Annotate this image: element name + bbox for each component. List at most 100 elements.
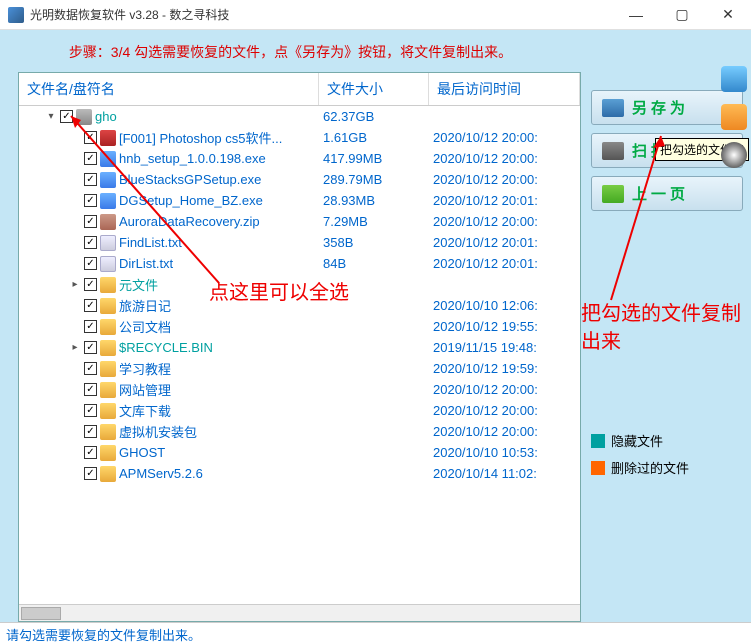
file-name: APMServ5.2.6 (119, 466, 203, 481)
row-checkbox[interactable] (84, 383, 97, 396)
table-row[interactable]: 网站管理2020/10/12 20:00: (19, 379, 580, 400)
folder-icon (100, 466, 116, 482)
row-checkbox[interactable] (84, 131, 97, 144)
col-date[interactable]: 最后访问时间 (429, 73, 580, 105)
folder-icon (100, 298, 116, 314)
row-checkbox[interactable] (84, 152, 97, 165)
prev-page-label: 上一页 (632, 183, 689, 204)
file-date: 2020/10/10 10:53: (433, 445, 580, 460)
table-row[interactable]: DGSetup_Home_BZ.exe 28.93MB2020/10/12 20:… (19, 190, 580, 211)
row-checkbox[interactable] (60, 110, 73, 123)
statusbar: 请勾选需要恢复的文件复制出来。 (0, 622, 751, 644)
tray-icon-1[interactable] (721, 66, 747, 92)
table-row[interactable]: APMServ5.2.6 2020/10/14 11:02: (19, 463, 580, 484)
file-date: 2020/10/12 20:00: (433, 424, 580, 439)
table-row[interactable]: DirList.txt 84B2020/10/12 20:01: (19, 253, 580, 274)
col-name[interactable]: 文件名/盘符名 (19, 73, 319, 105)
file-name: DGSetup_Home_BZ.exe (119, 193, 263, 208)
row-checkbox[interactable] (84, 404, 97, 417)
row-checkbox[interactable] (84, 257, 97, 270)
file-date: 2020/10/10 12:06: (433, 298, 580, 313)
file-name: GHOST (119, 445, 165, 460)
titlebar: 光明数据恢复软件 v3.28 - 数之寻科技 ― ▢ ✕ (0, 0, 751, 30)
file-date: 2020/10/12 20:00: (433, 130, 580, 145)
file-name: hnb_setup_1.0.0.198.exe (119, 151, 266, 166)
side-panel: 另存为 把勾选的文件复 扫描记录 上一页 把勾选的文件复制出来 隐藏文件 删除过… (581, 30, 751, 622)
row-checkbox[interactable] (84, 173, 97, 186)
file-date: 2020/10/12 20:01: (433, 235, 580, 250)
table-row[interactable]: 虚拟机安装包 2020/10/12 20:00: (19, 421, 580, 442)
file-date: 2020/10/12 20:01: (433, 256, 580, 271)
table-row[interactable]: BlueStacksGPSetup.exe289.79MB2020/10/12 … (19, 169, 580, 190)
col-size[interactable]: 文件大小 (319, 73, 429, 105)
file-name: [F001] Photoshop cs5软件... (119, 128, 282, 147)
row-checkbox[interactable] (84, 425, 97, 438)
horizontal-scrollbar[interactable] (19, 604, 580, 621)
row-checkbox[interactable] (84, 467, 97, 480)
table-row[interactable]: AuroraDataRecovery.zip7.29MB2020/10/12 2… (19, 211, 580, 232)
folder-icon (100, 361, 116, 377)
row-checkbox[interactable] (84, 362, 97, 375)
file-date: 2020/10/12 20:01: (433, 193, 580, 208)
prev-icon (602, 185, 624, 203)
legend-deleted-color (591, 461, 605, 475)
file-name: 文库下载 (119, 401, 171, 420)
row-checkbox[interactable] (84, 446, 97, 459)
table-row[interactable]: 旅游日记2020/10/10 12:06: (19, 295, 580, 316)
save-icon (602, 99, 624, 117)
drive-icon (76, 109, 92, 125)
row-checkbox[interactable] (84, 215, 97, 228)
expander-icon[interactable]: ▾ (45, 111, 57, 122)
file-name: 虚拟机安装包 (119, 422, 197, 441)
file-date: 2020/10/12 20:00: (433, 172, 580, 187)
qq-icon[interactable] (721, 142, 747, 168)
row-checkbox[interactable] (84, 236, 97, 249)
file-name: 元文件 (119, 275, 158, 294)
prev-page-button[interactable]: 上一页 (591, 176, 743, 211)
maximize-button[interactable]: ▢ (659, 0, 705, 30)
table-row[interactable]: 学习教程2020/10/12 19:59: (19, 358, 580, 379)
table-row[interactable]: hnb_setup_1.0.0.198.exe 417.99MB2020/10/1… (19, 148, 580, 169)
scan-icon (602, 142, 624, 160)
folder-icon (100, 445, 116, 461)
save-as-label: 另存为 (632, 97, 689, 118)
table-row[interactable]: ▸ $RECYCLE.BIN 2019/11/15 19:48: (19, 337, 580, 358)
table-row[interactable]: 公司文档2020/10/12 19:55: (19, 316, 580, 337)
row-checkbox[interactable] (84, 341, 97, 354)
table-row[interactable]: GHOST 2020/10/10 10:53: (19, 442, 580, 463)
tray-icon-2[interactable] (721, 104, 747, 130)
file-date: 2020/10/14 11:02: (433, 466, 580, 481)
expander-icon[interactable]: ▸ (69, 342, 81, 353)
file-size: 417.99MB (323, 151, 433, 166)
table-row[interactable]: 文库下载 2020/10/12 20:00: (19, 400, 580, 421)
row-checkbox[interactable] (84, 278, 97, 291)
file-name: $RECYCLE.BIN (119, 340, 213, 355)
legend: 隐藏文件 删除过的文件 (591, 431, 743, 477)
file-size: 62.37GB (323, 109, 433, 124)
minimize-button[interactable]: ― (613, 0, 659, 30)
window-title: 光明数据恢复软件 v3.28 - 数之寻科技 (30, 6, 613, 23)
table-row[interactable]: ▾ gho 62.37GB (19, 106, 580, 127)
row-checkbox[interactable] (84, 299, 97, 312)
folder-icon (100, 403, 116, 419)
expander-icon[interactable]: ▸ (69, 279, 81, 290)
file-size: 84B (323, 256, 433, 271)
file-size: 7.29MB (323, 214, 433, 229)
close-button[interactable]: ✕ (705, 0, 751, 30)
row-checkbox[interactable] (84, 194, 97, 207)
row-checkbox[interactable] (84, 320, 97, 333)
file-name: 学习教程 (119, 359, 171, 378)
file-size: 28.93MB (323, 193, 433, 208)
file-date: 2020/10/12 20:00: (433, 151, 580, 166)
table-row[interactable]: ▸ 元文件 (19, 274, 580, 295)
list-body[interactable]: 点这里可以全选 ▾gho62.37GB[F001] Photoshop cs5软… (19, 106, 580, 604)
file-name: DirList.txt (119, 256, 173, 271)
table-row[interactable]: FindList.txt358B2020/10/12 20:01: (19, 232, 580, 253)
file-date: 2019/11/15 19:48: (433, 340, 580, 355)
exe-icon (100, 151, 116, 167)
file-date: 2020/10/12 20:00: (433, 403, 580, 418)
file-date: 2020/10/12 19:55: (433, 319, 580, 334)
folder-icon (100, 319, 116, 335)
table-row[interactable]: [F001] Photoshop cs5软件...1.61GB2020/10/1… (19, 127, 580, 148)
file-name: gho (95, 109, 117, 124)
